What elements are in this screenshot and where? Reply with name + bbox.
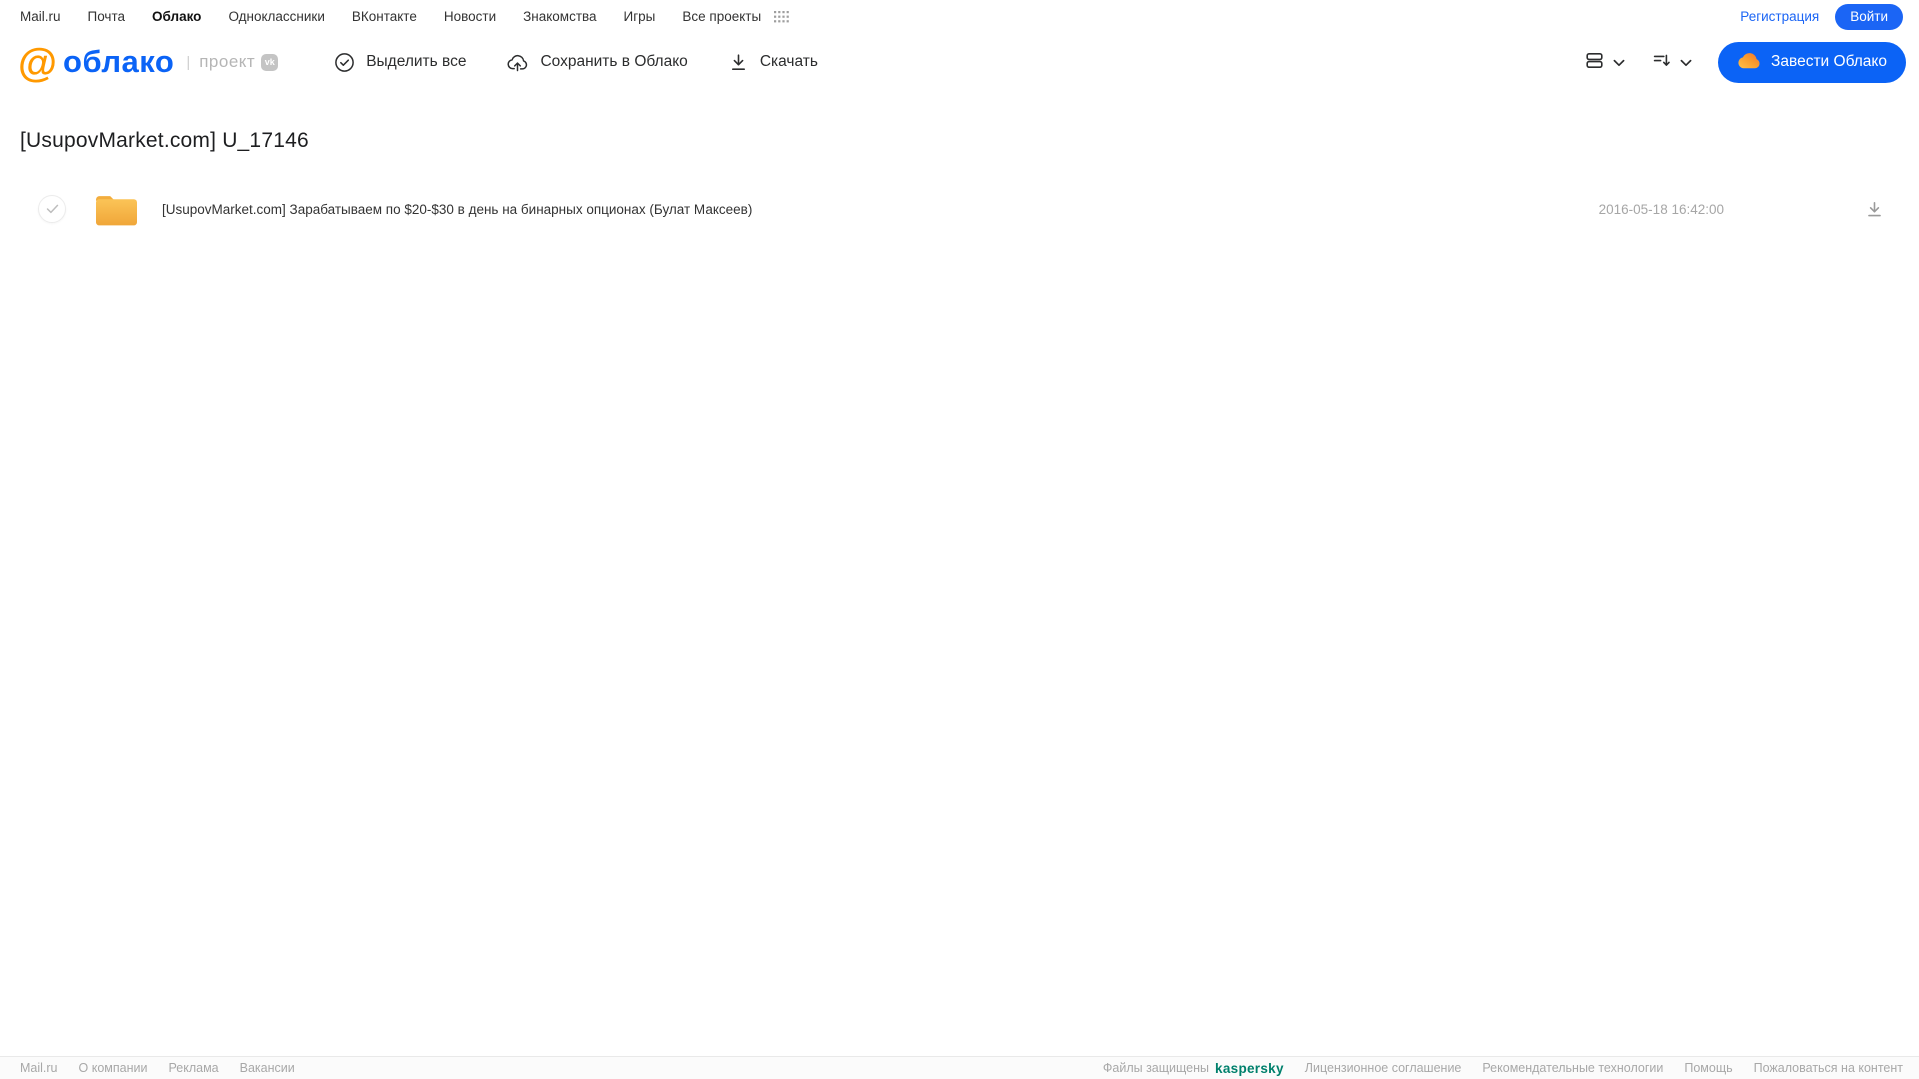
download-icon bbox=[728, 52, 749, 73]
logo-divider: | bbox=[186, 53, 191, 71]
view-list-icon bbox=[1584, 50, 1605, 74]
kaspersky-protection: Файлы защищены kaspersky bbox=[1103, 1061, 1284, 1076]
nav-item-pochta[interactable]: Почта bbox=[88, 9, 126, 24]
registration-link[interactable]: Регистрация bbox=[1740, 9, 1819, 24]
download-button[interactable]: Скачать bbox=[728, 52, 818, 73]
footer-right-links: Файлы защищены kaspersky Лицензионное со… bbox=[1103, 1061, 1903, 1076]
row-checkbox[interactable] bbox=[38, 195, 66, 223]
nav-item-vkontakte[interactable]: ВКонтакте bbox=[352, 9, 417, 24]
nav-item-mailru[interactable]: Mail.ru bbox=[20, 9, 61, 24]
get-cloud-button[interactable]: Завести Облако bbox=[1718, 41, 1906, 83]
view-mode-dropdown[interactable] bbox=[1584, 50, 1625, 74]
save-to-cloud-button[interactable]: Сохранить в Облако bbox=[506, 52, 688, 73]
chevron-down-icon bbox=[1613, 55, 1625, 70]
footer-link-report-content[interactable]: Пожаловаться на контент bbox=[1754, 1061, 1903, 1075]
mailru-at-icon: @ bbox=[18, 41, 58, 85]
footer-left-links: Mail.ru О компании Реклама Вакансии bbox=[20, 1061, 295, 1075]
get-cloud-label: Завести Облако bbox=[1771, 53, 1887, 70]
all-projects-grid-icon[interactable] bbox=[774, 10, 789, 23]
footer-link-recommendation-tech[interactable]: Рекомендательные технологии bbox=[1482, 1061, 1663, 1075]
portal-nav-auth: Регистрация Войти bbox=[1740, 3, 1903, 30]
file-date: 2016-05-18 16:42:00 bbox=[1598, 201, 1724, 217]
chevron-down-icon bbox=[1680, 55, 1692, 70]
cloud-icon bbox=[1737, 51, 1761, 74]
footer-link-license[interactable]: Лицензионное соглашение bbox=[1305, 1061, 1462, 1075]
folder-icon bbox=[93, 190, 140, 228]
header: @ облако | проект vk Выделить все Сохран… bbox=[0, 33, 1919, 91]
footer-link-ads[interactable]: Реклама bbox=[168, 1061, 218, 1075]
kaspersky-logo[interactable]: kaspersky bbox=[1215, 1061, 1284, 1076]
check-circle-icon bbox=[334, 52, 355, 73]
main-content: [UsupovMarket.com] U_17146 [UsupovMarket… bbox=[0, 91, 1919, 1056]
file-list: [UsupovMarket.com] Зарабатываем по $20-$… bbox=[20, 185, 1919, 233]
footer-link-jobs[interactable]: Вакансии bbox=[240, 1061, 295, 1075]
logo-wordmark: облако bbox=[63, 44, 175, 79]
nav-item-odnoklassniki[interactable]: Одноклассники bbox=[228, 9, 324, 24]
select-all-button[interactable]: Выделить все bbox=[334, 52, 466, 73]
nav-item-znakomstva[interactable]: Знакомства bbox=[523, 9, 596, 24]
row-download-button[interactable] bbox=[1864, 199, 1885, 220]
logo-project-label: проект bbox=[199, 52, 256, 71]
select-all-label: Выделить все bbox=[366, 53, 467, 70]
nav-item-vse-proekty[interactable]: Все проекты bbox=[682, 9, 761, 24]
footer-link-help[interactable]: Помощь bbox=[1684, 1061, 1732, 1075]
login-button[interactable]: Войти bbox=[1835, 3, 1903, 30]
sort-dropdown[interactable] bbox=[1651, 50, 1692, 74]
footer-link-about[interactable]: О компании bbox=[79, 1061, 148, 1075]
footer-link-mailru[interactable]: Mail.ru bbox=[20, 1061, 58, 1075]
protected-label: Файлы защищены bbox=[1102, 1061, 1210, 1075]
portal-nav: Mail.ru Почта Облако Одноклассники ВКонт… bbox=[0, 0, 1919, 33]
download-label: Скачать bbox=[759, 53, 818, 70]
toolbar: Выделить все Сохранить в Облако Скачать bbox=[334, 52, 818, 73]
nav-item-novosti[interactable]: Новости bbox=[444, 9, 496, 24]
file-row[interactable]: [UsupovMarket.com] Зарабатываем по $20-$… bbox=[20, 185, 1919, 233]
nav-item-igry[interactable]: Игры bbox=[624, 9, 656, 24]
page-title: [UsupovMarket.com] U_17146 bbox=[20, 129, 309, 152]
portal-nav-links: Mail.ru Почта Облако Одноклассники ВКонт… bbox=[20, 9, 789, 24]
footer: Mail.ru О компании Реклама Вакансии Файл… bbox=[0, 1056, 1919, 1079]
sort-icon bbox=[1651, 50, 1672, 74]
header-right: Завести Облако bbox=[1584, 41, 1906, 83]
cloud-logo[interactable]: @ облако | проект vk bbox=[18, 41, 279, 85]
cloud-upload-icon bbox=[506, 52, 529, 73]
nav-item-oblako[interactable]: Облако bbox=[152, 9, 201, 24]
file-name[interactable]: [UsupovMarket.com] Зарабатываем по $20-$… bbox=[162, 202, 752, 217]
vk-logo-icon: vk bbox=[261, 53, 279, 71]
save-to-cloud-label: Сохранить в Облако bbox=[540, 53, 688, 70]
